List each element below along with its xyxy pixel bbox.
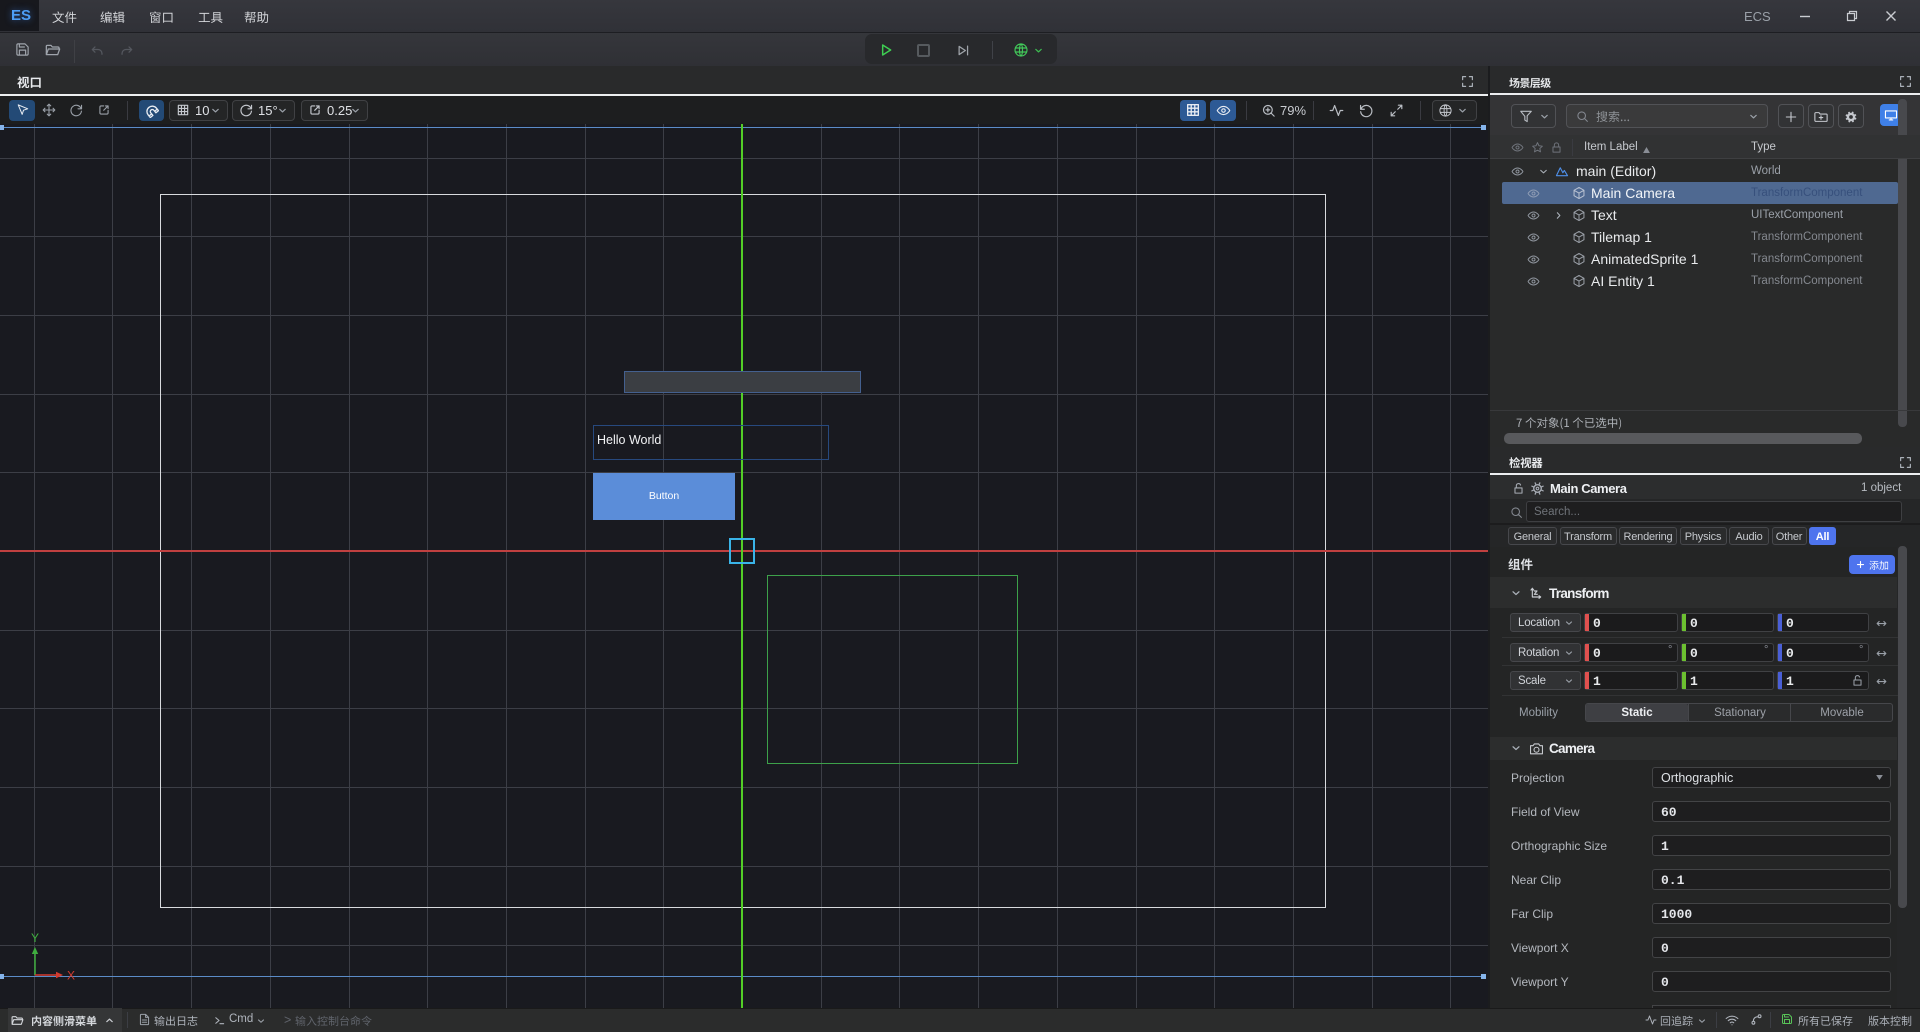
svg-text:X: X	[67, 969, 75, 983]
svg-text:Y: Y	[31, 931, 39, 945]
